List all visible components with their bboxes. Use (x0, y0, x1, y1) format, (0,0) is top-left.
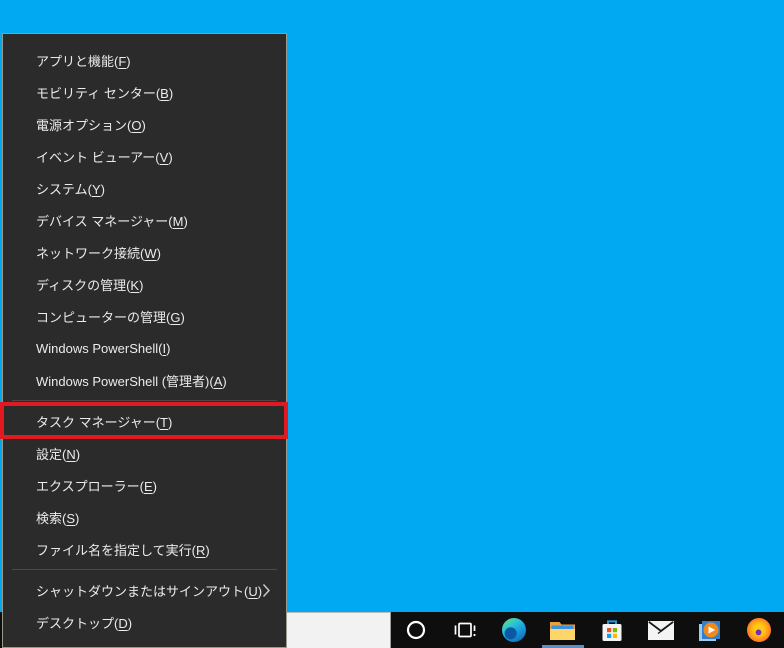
menu-item-windows-powershell-admin[interactable]: Windows PowerShell (管理者)(A) (3, 364, 286, 396)
taskbar-button-movies-tv[interactable] (686, 612, 735, 648)
menu-item-label: ファイル名を指定して実行(R) (36, 540, 210, 559)
movies-tv-icon (697, 618, 723, 643)
menu-item-label: シャットダウンまたはサインアウト(U) (36, 581, 262, 600)
taskbar-button-firefox[interactable] (735, 612, 784, 648)
menu-item-search[interactable]: 検索(S) (3, 501, 286, 533)
menu-item-shutdown-or-signout[interactable]: シャットダウンまたはサインアウト(U) (3, 574, 286, 606)
menu-item-label: 電源オプション(O) (36, 115, 146, 134)
taskbar-icons (391, 612, 784, 648)
taskbar-button-file-explorer[interactable] (538, 612, 587, 648)
menu-item-label: イベント ビューアー(V) (36, 147, 173, 166)
menu-item-label: システム(Y) (36, 179, 105, 198)
menu-separator (12, 400, 277, 401)
menu-item-label: モビリティ センター(B) (36, 83, 173, 102)
menu-item-disk-management[interactable]: ディスクの管理(K) (3, 268, 286, 300)
menu-item-label: エクスプローラー(E) (36, 476, 157, 495)
menu-item-label: アプリと機能(F) (36, 51, 131, 70)
menu-item-label: ネットワーク接続(W) (36, 243, 161, 262)
menu-item-power-options[interactable]: 電源オプション(O) (3, 108, 286, 140)
menu-item-run[interactable]: ファイル名を指定して実行(R) (3, 533, 286, 565)
cortana-icon (405, 619, 427, 641)
menu-item-settings[interactable]: 設定(N) (3, 437, 286, 469)
menu-item-desktop[interactable]: デスクトップ(D) (3, 606, 286, 638)
menu-item-label: Windows PowerShell (管理者)(A) (36, 371, 227, 390)
menu-item-label: ディスクの管理(K) (36, 275, 143, 294)
menu-item-event-viewer[interactable]: イベント ビューアー(V) (3, 140, 286, 172)
winx-menu: アプリと機能(F) モビリティ センター(B) 電源オプション(O) イベント ビュー… (2, 33, 287, 648)
desktop[interactable]: アプリと機能(F) モビリティ センター(B) 電源オプション(O) イベント ビュー… (0, 0, 784, 648)
taskbar-search-box[interactable] (287, 612, 391, 648)
menu-item-task-manager[interactable]: タスク マネージャー(T) (3, 405, 286, 437)
microsoft-store-icon (601, 618, 623, 643)
menu-item-label: タスク マネージャー(T) (36, 412, 172, 431)
menu-item-file-explorer[interactable]: エクスプローラー(E) (3, 469, 286, 501)
taskbar-button-edge[interactable] (489, 612, 538, 648)
menu-item-label: コンピューターの管理(G) (36, 307, 185, 326)
menu-item-label: デスクトップ(D) (36, 613, 132, 632)
menu-item-device-manager[interactable]: デバイス マネージャー(M) (3, 204, 286, 236)
mail-icon (648, 621, 674, 640)
menu-item-network-connections[interactable]: ネットワーク接続(W) (3, 236, 286, 268)
task-view-icon (453, 619, 477, 641)
menu-item-mobility-center[interactable]: モビリティ センター(B) (3, 76, 286, 108)
file-explorer-icon (549, 619, 576, 642)
menu-item-system[interactable]: システム(Y) (3, 172, 286, 204)
menu-item-label: 設定(N) (36, 444, 80, 463)
menu-separator (12, 569, 277, 570)
menu-item-computer-management[interactable]: コンピューターの管理(G) (3, 300, 286, 332)
taskbar-button-store[interactable] (588, 612, 637, 648)
taskbar-button-task-view[interactable] (440, 612, 489, 648)
firefox-icon (747, 618, 771, 642)
menu-item-windows-powershell[interactable]: Windows PowerShell(I) (3, 332, 286, 364)
menu-item-apps-and-features[interactable]: アプリと機能(F) (3, 44, 286, 76)
taskbar-button-mail[interactable] (637, 612, 686, 648)
edge-icon (502, 618, 526, 642)
menu-item-label: 検索(S) (36, 508, 79, 527)
menu-item-label: Windows PowerShell(I) (36, 341, 170, 356)
submenu-chevron-icon (262, 583, 271, 598)
taskbar-button-cortana[interactable] (391, 612, 440, 648)
menu-item-label: デバイス マネージャー(M) (36, 211, 188, 230)
